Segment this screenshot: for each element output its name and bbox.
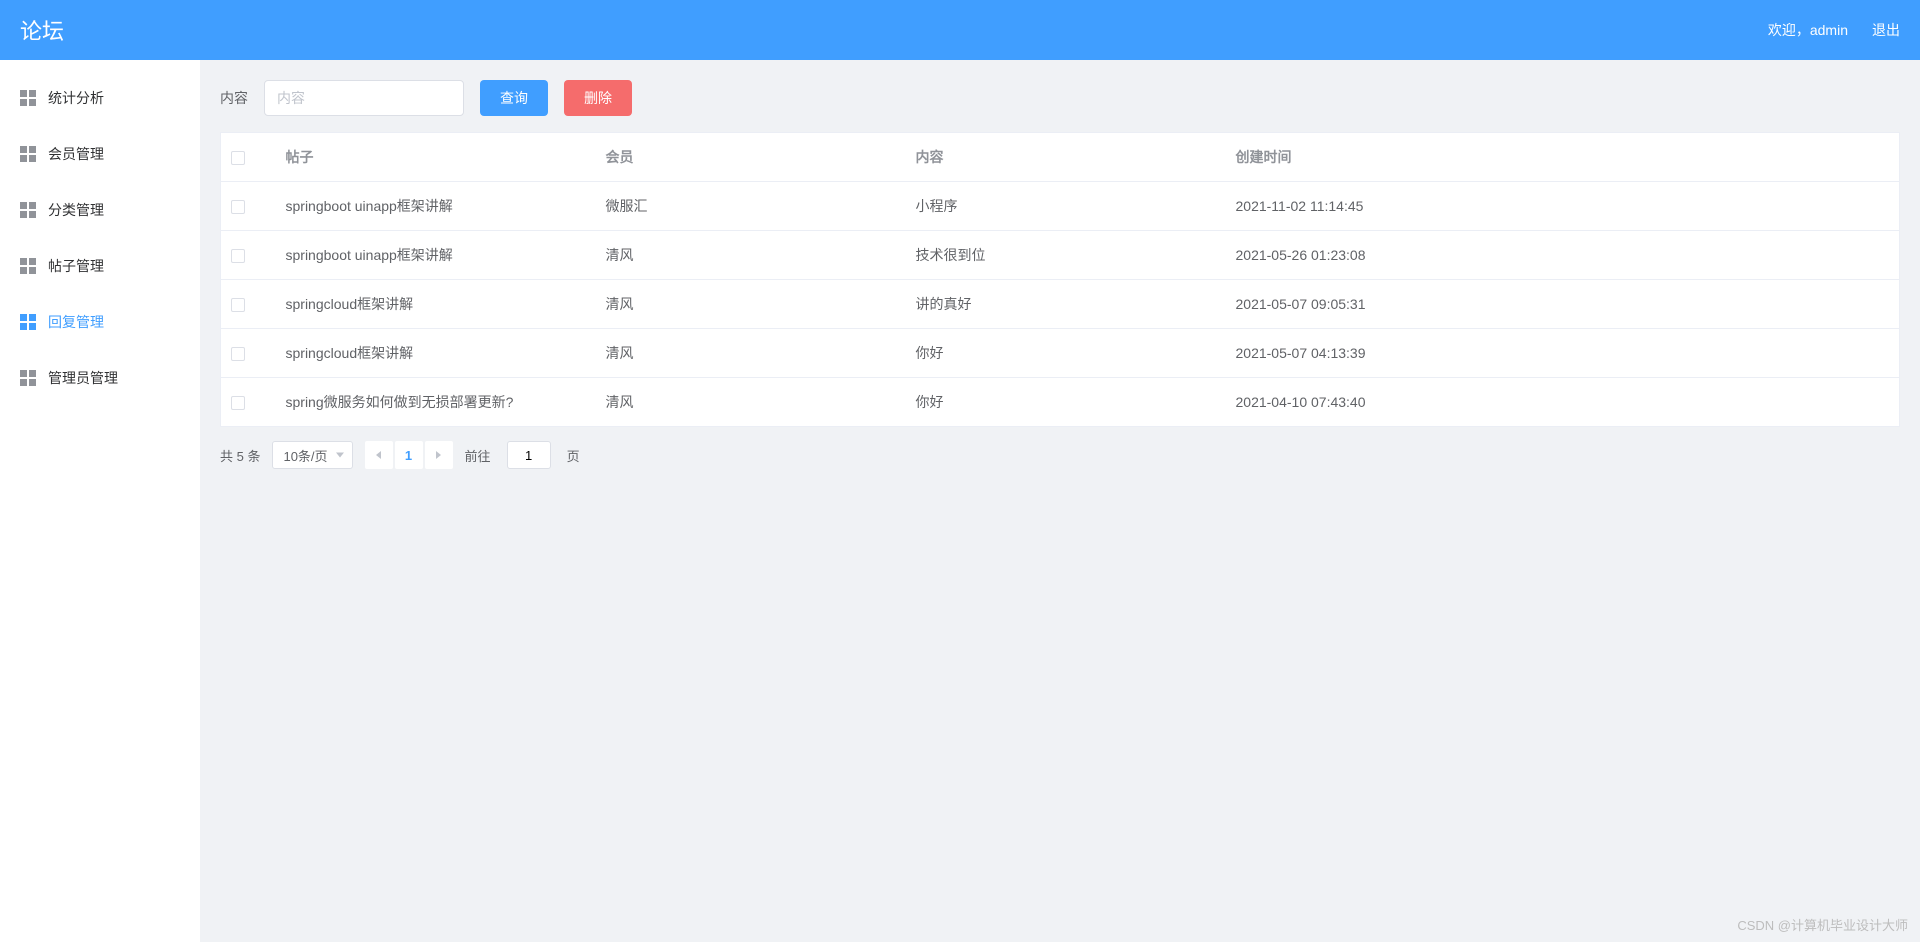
main-content: 内容 查询 删除 帖子 会员 内容 创建时间 springboot uinapp… [200,60,1920,942]
pagination: 共 5 条 10条/页 1 前往 页 [220,441,1900,469]
cell-created: 2021-05-07 04:13:39 [1226,329,1900,378]
header-right: 欢迎，admin 退出 [1768,20,1900,40]
cell-post: springcloud框架讲解 [276,329,596,378]
page-size-select[interactable]: 10条/页 [272,441,352,469]
sidebar-item-label: 回复管理 [48,312,104,332]
goto-prefix: 前往 [465,446,491,465]
sidebar-item-label: 会员管理 [48,144,104,164]
grid-icon [20,314,36,330]
logout-link[interactable]: 退出 [1872,20,1900,40]
page-size-label: 10条/页 [283,446,327,465]
cell-post: springboot uinapp框架讲解 [276,182,596,231]
sidebar-item-statistics[interactable]: 统计分析 [0,70,200,126]
chevron-right-icon [436,451,441,459]
page-1-button[interactable]: 1 [395,441,423,469]
col-header-created: 创建时间 [1226,133,1900,182]
reply-table: 帖子 会员 内容 创建时间 springboot uinapp框架讲解微服汇小程… [220,132,1900,427]
grid-icon [20,202,36,218]
sidebar-item-label: 统计分析 [48,88,104,108]
search-button[interactable]: 查询 [480,80,548,116]
cell-content: 你好 [906,329,1226,378]
col-header-content: 内容 [906,133,1226,182]
col-header-member: 会员 [596,133,906,182]
cell-post: spring微服务如何做到无损部署更新? [276,378,596,427]
cell-created: 2021-05-07 09:05:31 [1226,280,1900,329]
cell-content: 你好 [906,378,1226,427]
toolbar: 内容 查询 删除 [220,80,1900,116]
cell-member: 微服汇 [596,182,906,231]
grid-icon [20,90,36,106]
header: 论坛 欢迎，admin 退出 [0,0,1920,60]
grid-icon [20,370,36,386]
goto-suffix: 页 [567,446,580,465]
sidebar-item-label: 管理员管理 [48,368,118,388]
table-row: springcloud框架讲解清风你好2021-05-07 04:13:39 [221,329,1900,378]
sidebar-item-members[interactable]: 会员管理 [0,126,200,182]
row-checkbox[interactable] [231,298,245,312]
chevron-left-icon [376,451,381,459]
goto-page-input[interactable] [507,441,551,469]
cell-member: 清风 [596,329,906,378]
sidebar-item-admins[interactable]: 管理员管理 [0,350,200,406]
welcome-text: 欢迎，admin [1768,20,1848,40]
cell-member: 清风 [596,280,906,329]
row-checkbox[interactable] [231,347,245,361]
cell-content: 技术很到位 [906,231,1226,280]
cell-created: 2021-11-02 11:14:45 [1226,182,1900,231]
sidebar-item-categories[interactable]: 分类管理 [0,182,200,238]
sidebar-item-posts[interactable]: 帖子管理 [0,238,200,294]
cell-created: 2021-05-26 01:23:08 [1226,231,1900,280]
cell-member: 清风 [596,378,906,427]
row-checkbox[interactable] [231,249,245,263]
content-label: 内容 [220,88,248,108]
sidebar-item-replies[interactable]: 回复管理 [0,294,200,350]
pager: 1 [365,441,453,469]
select-all-checkbox[interactable] [231,151,245,165]
grid-icon [20,258,36,274]
sidebar-item-label: 分类管理 [48,200,104,220]
cell-created: 2021-04-10 07:43:40 [1226,378,1900,427]
next-page-button[interactable] [425,441,453,469]
sidebar: 统计分析 会员管理 分类管理 帖子管理 回复管理 [0,60,200,942]
cell-member: 清风 [596,231,906,280]
content-input[interactable] [264,80,464,116]
grid-icon [20,146,36,162]
cell-post: springboot uinapp框架讲解 [276,231,596,280]
row-checkbox[interactable] [231,396,245,410]
cell-content: 小程序 [906,182,1226,231]
prev-page-button[interactable] [365,441,393,469]
table-row: springboot uinapp框架讲解清风技术很到位2021-05-26 0… [221,231,1900,280]
row-checkbox[interactable] [231,200,245,214]
cell-content: 讲的真好 [906,280,1226,329]
table-row: springcloud框架讲解清风讲的真好2021-05-07 09:05:31 [221,280,1900,329]
delete-button[interactable]: 删除 [564,80,632,116]
app-title: 论坛 [20,14,64,46]
table-row: spring微服务如何做到无损部署更新?清风你好2021-04-10 07:43… [221,378,1900,427]
table-row: springboot uinapp框架讲解微服汇小程序2021-11-02 11… [221,182,1900,231]
col-header-post: 帖子 [276,133,596,182]
cell-post: springcloud框架讲解 [276,280,596,329]
total-text: 共 5 条 [220,446,260,465]
sidebar-item-label: 帖子管理 [48,256,104,276]
